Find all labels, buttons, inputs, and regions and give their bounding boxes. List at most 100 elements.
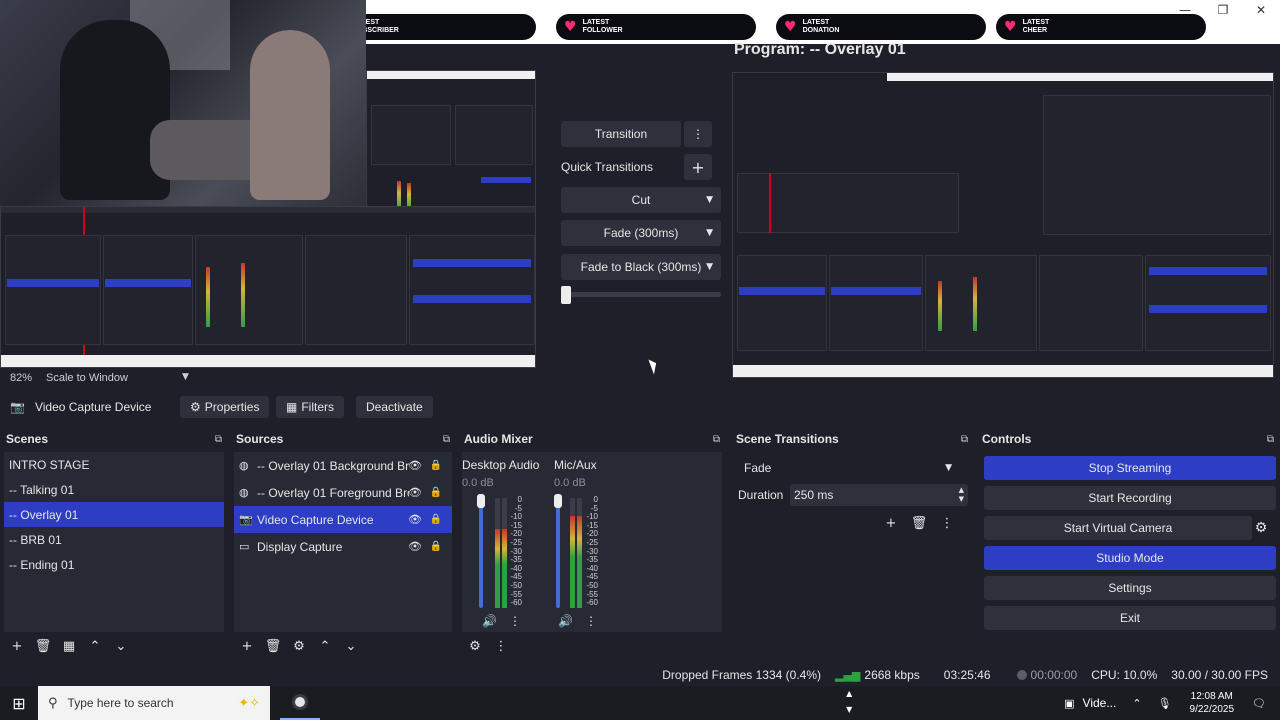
scene-item[interactable]: -- Talking 01 [4, 477, 224, 502]
eye-icon[interactable]: 👁 [408, 540, 422, 553]
chevron-down-icon: ▼ [706, 262, 713, 272]
trash-icon[interactable]: 🗑 [908, 512, 930, 534]
source-name: -- Overlay 01 Foreground Browser [257, 485, 409, 500]
notification-icon[interactable]: 🗨 [1252, 697, 1266, 710]
scene-item[interactable]: INTRO STAGE [4, 452, 224, 477]
duration-input[interactable]: 250 ms ▲ ▼ [790, 484, 968, 506]
obs-taskbar-icon[interactable] [280, 686, 320, 720]
dock-title: Scene Transitions [736, 432, 839, 446]
transition-tools: + 🗑 ⋮ [880, 512, 958, 534]
add-quick-transition-icon[interactable]: + [684, 154, 712, 180]
lock-icon[interactable]: 🔒 [430, 460, 442, 471]
taskbar-search[interactable]: ⚲ Type here to search ✦✧ [38, 686, 270, 720]
stop-streaming-button[interactable]: Stop Streaming [984, 456, 1276, 480]
fps-counter: 30.00 / 30.00 FPS [1171, 668, 1268, 682]
move-up-icon[interactable]: ⌃ [314, 635, 336, 657]
quick-transition-fade-to-black[interactable]: Fade to Black (300ms) ▼ [561, 254, 721, 280]
menu-icon[interactable]: ⋮ [936, 512, 958, 534]
transition-select[interactable]: Fade ▼ [738, 456, 958, 480]
monitor-icon: ▭ [239, 540, 250, 553]
popout-icon[interactable]: ⧉ [215, 434, 222, 445]
windows-start-icon[interactable]: ⊞ [0, 686, 38, 720]
windows-taskbar: ⊞ ⚲ Type here to search ✦✧ ▲ ▼ ▣ Vide... … [0, 686, 1280, 720]
eye-icon[interactable]: 👁 [408, 513, 422, 526]
gear-icon[interactable]: ⚙ [288, 635, 310, 657]
mixer-toolbar: ⚙ ⋮ [462, 632, 722, 660]
menu-icon[interactable]: ⋮ [509, 614, 521, 628]
scene-item[interactable]: -- Overlay 01 [4, 502, 224, 527]
channel-tools: 🔊 ⋮ [558, 614, 597, 628]
quick-transition-cut[interactable]: Cut ▼ [561, 187, 721, 213]
eye-icon[interactable]: 👁 [408, 486, 422, 499]
chevron-down-icon: ▼ [706, 195, 713, 205]
scene-item[interactable]: -- Ending 01 [4, 552, 224, 577]
level-meter [495, 498, 500, 608]
add-icon[interactable]: + [6, 635, 28, 657]
spinner-icon[interactable]: ▲ ▼ [959, 486, 964, 504]
source-item[interactable]: ◍ -- Overlay 01 Foreground Browser 👁 🔒 [234, 479, 452, 506]
channel-name: Desktop Audio [462, 458, 540, 472]
maximize-button[interactable]: ❐ [1204, 0, 1242, 20]
chevron-up-icon[interactable]: ⌃ [1132, 697, 1141, 710]
source-item[interactable]: ◍ -- Overlay 01 Background Browser 👁 🔒 [234, 452, 452, 479]
volume-slider[interactable] [556, 498, 560, 608]
source-item[interactable]: 📷 Video Capture Device 👁 🔒 [234, 506, 452, 533]
add-icon[interactable]: + [880, 512, 902, 534]
dropped-frames: Dropped Frames 1334 (0.4%) [662, 668, 822, 682]
filters-button[interactable]: ▦ Filters [276, 396, 345, 418]
move-up-icon[interactable]: ⌃ [84, 635, 106, 657]
transition-button[interactable]: Transition [561, 121, 681, 147]
scene-item[interactable]: -- BRB 01 [4, 527, 224, 552]
volume-slider[interactable] [479, 498, 483, 608]
eye-icon[interactable]: 👁 [408, 459, 422, 472]
app-tray-icon[interactable]: ▣ [1064, 697, 1074, 710]
record-time: 00:00:00 [1030, 668, 1078, 682]
tray-app-label[interactable]: Vide... [1083, 696, 1117, 710]
move-down-icon[interactable]: ⌄ [340, 635, 362, 657]
trash-icon[interactable]: 🗑 [32, 635, 54, 657]
quick-transition-fade[interactable]: Fade (300ms) ▼ [561, 220, 721, 246]
dock-title: Controls [982, 432, 1032, 446]
popout-icon[interactable]: ⧉ [713, 434, 720, 445]
menu-icon[interactable]: ⋮ [490, 635, 512, 657]
studio-mode-button[interactable]: Studio Mode [984, 546, 1276, 570]
speaker-icon[interactable]: 🔊 [482, 614, 497, 628]
deactivate-button[interactable]: Deactivate [356, 396, 433, 418]
start-recording-button[interactable]: Start Recording [984, 486, 1276, 510]
properties-label: Properties [204, 400, 260, 414]
close-button[interactable]: ✕ [1242, 0, 1280, 20]
add-icon[interactable]: + [236, 635, 258, 657]
move-down-icon[interactable]: ⌄ [110, 635, 132, 657]
source-item[interactable]: ▭ Display Capture 👁 🔒 [234, 533, 452, 560]
trash-icon[interactable]: 🗑 [262, 635, 284, 657]
properties-button[interactable]: ⚙ Properties [180, 396, 270, 418]
transition-tbar[interactable] [561, 292, 721, 297]
speaker-icon[interactable]: 🔊 [558, 614, 573, 628]
microphone-icon[interactable]: 🎙 [1158, 697, 1172, 710]
volume-knob[interactable] [554, 494, 562, 508]
settings-button[interactable]: Settings [984, 576, 1276, 600]
exit-button[interactable]: Exit [984, 606, 1276, 630]
popout-icon[interactable]: ⧉ [1267, 434, 1274, 445]
clock-date: 9/22/2025 [1189, 704, 1235, 715]
transition-menu-icon[interactable]: ⋮ [684, 121, 712, 147]
lock-icon[interactable]: 🔒 [430, 514, 442, 525]
gear-icon: ⚙ [190, 400, 201, 414]
popout-icon[interactable]: ⧉ [443, 434, 450, 445]
level-meter [570, 498, 575, 608]
lock-icon[interactable]: 🔒 [430, 487, 442, 498]
filter-icon[interactable]: ▦ [58, 635, 80, 657]
volume-knob[interactable] [477, 494, 485, 508]
menu-icon[interactable]: ⋮ [585, 614, 597, 628]
start-virtual-camera-button[interactable]: Start Virtual Camera [984, 516, 1252, 540]
tray-expand-icon[interactable]: ▲ ▼ [846, 686, 852, 718]
scale-mode-select[interactable]: Scale to Window [46, 372, 128, 384]
tray-clock[interactable]: 12:08 AM 9/22/2025 [1190, 690, 1235, 716]
gear-icon[interactable]: ⚙ [464, 635, 486, 657]
gear-icon[interactable]: ⚙ [1250, 516, 1272, 540]
webcam-feed [0, 0, 366, 206]
popout-icon[interactable]: ⧉ [961, 434, 968, 445]
lock-icon[interactable]: 🔒 [430, 541, 442, 552]
tbar-handle[interactable] [561, 286, 571, 304]
chevron-down-icon[interactable]: ▼ [182, 372, 189, 384]
